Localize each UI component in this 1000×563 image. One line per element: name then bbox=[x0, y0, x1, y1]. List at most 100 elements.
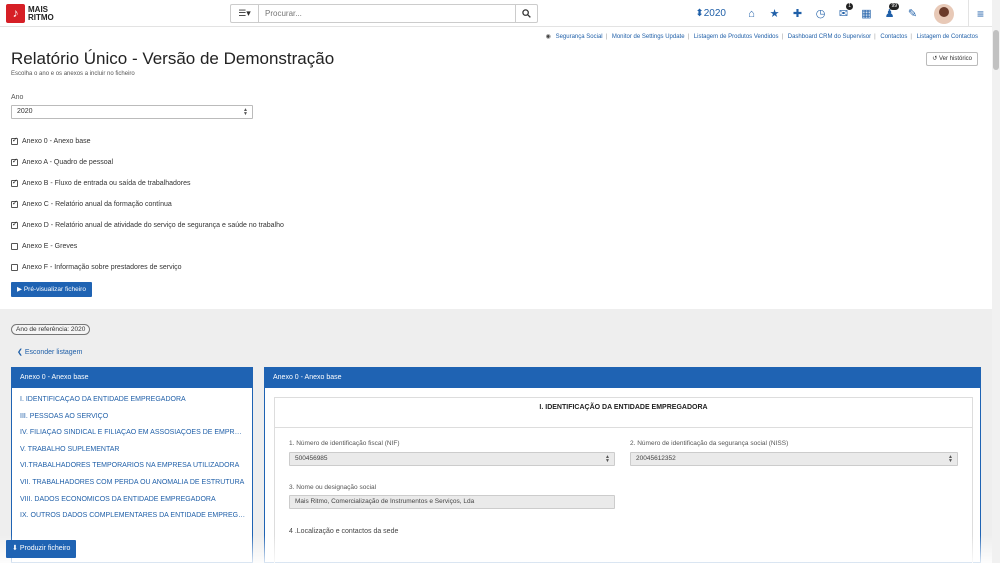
page-scrollbar[interactable] bbox=[992, 0, 1000, 563]
annex-d-item[interactable]: Anexo D - Relatório anual de atividade d… bbox=[11, 215, 284, 236]
scrollbar-thumb[interactable] bbox=[993, 30, 999, 70]
annex-e-checkbox[interactable] bbox=[11, 243, 18, 250]
niss-value: 20045612352 bbox=[636, 455, 676, 462]
annex-e-label: Anexo E - Greves bbox=[22, 243, 78, 250]
link-dashboard-crm[interactable]: Dashboard CRM do Supervisor bbox=[788, 34, 871, 40]
preview-file-button[interactable]: ▶ Pré-visualizar ficheiro bbox=[11, 282, 92, 297]
section-link-3[interactable]: III. PESSOAS AO SERVIÇO bbox=[20, 413, 246, 430]
bell-icon[interactable]: ♟ 99 bbox=[878, 3, 901, 20]
niss-field[interactable]: 20045612352 ▲ ▼ bbox=[630, 452, 958, 466]
section-link-1[interactable]: I. IDENTIFICAÇÃO DA ENTIDADE EMPREGADORA bbox=[20, 396, 246, 413]
search-bar: ☰▾ bbox=[230, 4, 538, 23]
link-contactos[interactable]: Contactos bbox=[880, 34, 907, 40]
annex-f-item[interactable]: Anexo F - Informação sobre prestadores d… bbox=[11, 257, 284, 278]
avatar[interactable] bbox=[934, 3, 954, 24]
nif-spinner-icon[interactable]: ▲ ▼ bbox=[605, 455, 610, 464]
annex-0-label: Anexo 0 - Anexo base bbox=[22, 138, 91, 145]
plus-icon[interactable]: ✚ bbox=[786, 7, 809, 20]
nif-field[interactable]: 500456985 ▲ ▼ bbox=[289, 452, 615, 466]
app-logo[interactable]: ♪ MAIS RITMO bbox=[6, 4, 54, 23]
section-link-8[interactable]: VIII. DADOS ECONÓMICOS DA ENTIDADE EMPRE… bbox=[20, 496, 246, 513]
wrench-icon[interactable]: ✎ bbox=[901, 7, 924, 20]
play-icon: ▶ bbox=[17, 286, 24, 293]
link-monitor-settings[interactable]: Monitor de Settings Update bbox=[612, 34, 685, 40]
hide-list-label: Esconder listagem bbox=[24, 349, 83, 356]
hamburger-menu-icon[interactable]: ≡ bbox=[968, 0, 992, 27]
annex-checkbox-list: Anexo 0 - Anexo base Anexo A - Quadro de… bbox=[11, 131, 284, 278]
search-scope-button[interactable]: ☰▾ bbox=[231, 5, 259, 22]
list-icon: ☰▾ bbox=[238, 8, 251, 18]
annex-f-checkbox[interactable] bbox=[11, 264, 18, 271]
history-button-label: Ver histórico bbox=[938, 56, 972, 62]
history-button[interactable]: ↺ Ver histórico bbox=[926, 52, 978, 66]
produce-file-button[interactable]: ⬇ Produzir ficheiro bbox=[6, 540, 77, 558]
home-icon[interactable]: ⌂ bbox=[740, 8, 763, 20]
page-subtitle: Escolha o ano e os anexos a incluir no f… bbox=[11, 71, 135, 77]
section-link-7[interactable]: VII. TRABALHADORES COM PERDA OU ANOMALIA… bbox=[20, 479, 246, 496]
bottom-fade bbox=[0, 535, 992, 563]
niss-label: 2. Número de identificação da segurança … bbox=[630, 440, 789, 447]
music-note-icon: ♪ bbox=[6, 4, 25, 23]
annex-detail-header: Anexo 0 - Anexo base bbox=[265, 368, 980, 388]
messages-badge: 1 bbox=[846, 3, 853, 10]
top-navbar: ♪ MAIS RITMO ☰▾ ⬍2020 ⌂ ★ ✚ ◷ ✉1 ▦ ♟99 ✎… bbox=[0, 0, 992, 27]
chevron-left-icon: ❮ bbox=[17, 349, 25, 356]
link-seguranca-social[interactable]: Segurança Social bbox=[556, 34, 603, 40]
section-list: I. IDENTIFICAÇÃO DA ENTIDADE EMPREGADORA… bbox=[12, 388, 252, 529]
hide-list-link[interactable]: ❮ Esconder listagem bbox=[17, 348, 82, 356]
notifications-badge: 99 bbox=[889, 3, 899, 10]
search-icon bbox=[522, 9, 531, 18]
quick-links: ◉ Segurança Social | Monitor de Settings … bbox=[545, 34, 978, 40]
logo-text-line2: RITMO bbox=[28, 12, 54, 22]
sections-panel-header: Anexo 0 - Anexo base bbox=[12, 368, 252, 388]
section-link-6[interactable]: VI.TRABALHADORES TEMPORÁRIOS NA EMPRESA … bbox=[20, 462, 246, 479]
section-link-9[interactable]: IX. OUTROS DADOS COMPLEMENTARES DA ENTID… bbox=[20, 512, 246, 529]
download-icon: ⬇ bbox=[12, 545, 20, 552]
annex-c-item[interactable]: Anexo C - Relatório anual da formação co… bbox=[11, 194, 284, 215]
annex-e-item[interactable]: Anexo E - Greves bbox=[11, 236, 284, 257]
year-input-value: 2020 bbox=[17, 108, 33, 115]
year-selector[interactable]: ⬍2020 bbox=[695, 8, 726, 19]
preview-button-label: Pré-visualizar ficheiro bbox=[23, 286, 86, 293]
annex-f-label: Anexo F - Informação sobre prestadores d… bbox=[22, 264, 182, 271]
star-icon[interactable]: ★ bbox=[763, 7, 786, 20]
annex-detail-panel: Anexo 0 - Anexo base I. IDENTIFICAÇÃO DA… bbox=[264, 367, 981, 563]
section-form-title: I. IDENTIFICAÇÃO DA ENTIDADE EMPREGADORA bbox=[275, 398, 972, 428]
annex-a-checkbox[interactable] bbox=[11, 157, 18, 166]
info-circle-icon: ◉ bbox=[545, 34, 551, 40]
company-name-label: 3. Nome ou designação social bbox=[289, 484, 377, 491]
search-button[interactable] bbox=[515, 5, 537, 22]
nif-value: 500456985 bbox=[295, 455, 328, 462]
annex-b-checkbox[interactable] bbox=[11, 178, 18, 187]
nav-icons: ⬍2020 ⌂ ★ ✚ ◷ ✉ 1 ▦ ♟ 99 ✎ ≡ bbox=[695, 0, 992, 27]
annex-d-label: Anexo D - Relatório anual de atividade d… bbox=[22, 222, 284, 229]
annex-d-checkbox[interactable] bbox=[11, 220, 18, 229]
calendar-icon[interactable]: ▦ bbox=[855, 7, 878, 20]
year-input[interactable]: 2020 ▲ ▼ bbox=[11, 105, 253, 119]
annex-b-label: Anexo B - Fluxo de entrada ou saída de t… bbox=[22, 180, 191, 187]
year-value: 2020 bbox=[703, 8, 726, 19]
clock-icon[interactable]: ◷ bbox=[809, 7, 832, 20]
location-subheading: 4 .Localização e contactos da sede bbox=[289, 528, 399, 535]
messages-icon[interactable]: ✉ 1 bbox=[832, 3, 855, 20]
section-link-5[interactable]: V. TRABALHO SUPLEMENTAR bbox=[20, 446, 246, 463]
annex-a-item[interactable]: Anexo A - Quadro de pessoal bbox=[11, 152, 284, 173]
link-produtos-vendidos[interactable]: Listagem de Produtos Vendidos bbox=[694, 34, 779, 40]
niss-spinner-icon[interactable]: ▲ ▼ bbox=[948, 455, 953, 464]
spinner-icon[interactable]: ▲ ▼ bbox=[243, 108, 248, 117]
section-link-4[interactable]: IV. FILIAÇÃO SINDICAL E FILIAÇÃO EM ASSO… bbox=[20, 429, 246, 446]
company-name-field[interactable]: Mais Ritmo, Comercialização de Instrumen… bbox=[289, 495, 615, 509]
sections-panel: Anexo 0 - Anexo base I. IDENTIFICAÇÃO DA… bbox=[11, 367, 253, 563]
annex-0-checkbox[interactable] bbox=[11, 136, 18, 145]
sort-icon: ⬍ bbox=[695, 8, 704, 19]
annex-b-item[interactable]: Anexo B - Fluxo de entrada ou saída de t… bbox=[11, 173, 284, 194]
produce-button-label: Produzir ficheiro bbox=[19, 545, 71, 552]
history-icon: ↺ bbox=[932, 56, 939, 62]
search-input[interactable] bbox=[259, 5, 515, 22]
link-listagem-contactos[interactable]: Listagem de Contactos bbox=[917, 34, 978, 40]
year-label: Ano bbox=[11, 94, 24, 101]
annex-c-checkbox[interactable] bbox=[11, 199, 18, 208]
annex-0-item[interactable]: Anexo 0 - Anexo base bbox=[11, 131, 284, 152]
annex-c-label: Anexo C - Relatório anual da formação co… bbox=[22, 201, 172, 208]
page-title: Relatório Único - Versão de Demonstração bbox=[11, 49, 335, 68]
